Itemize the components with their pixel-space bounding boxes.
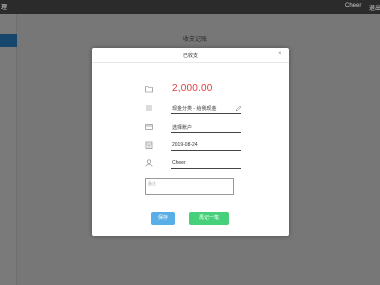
top-bar: 理 Cheer 退出 bbox=[0, 0, 380, 14]
record-modal: 已收支 × 2,000.00 现金分类 - 给我现金 选择账户 2019-08-… bbox=[92, 48, 289, 236]
user-value[interactable]: Cheer bbox=[172, 160, 186, 166]
amount-row[interactable]: 2,000.00 bbox=[145, 83, 233, 95]
user-row[interactable]: Cheer bbox=[145, 157, 241, 169]
user-icon bbox=[145, 159, 153, 167]
category-underline bbox=[171, 113, 241, 114]
close-icon[interactable]: × bbox=[278, 51, 282, 57]
card-icon bbox=[145, 123, 153, 131]
category-value[interactable]: 现金分类 - 给我现金 bbox=[172, 105, 216, 112]
date-underline bbox=[171, 150, 241, 151]
modal-header: 已收支 × bbox=[92, 48, 289, 63]
date-value[interactable]: 2019-08-24 bbox=[172, 142, 198, 148]
amount-value[interactable]: 2,000.00 bbox=[172, 83, 213, 94]
user-underline bbox=[171, 168, 241, 169]
account-value[interactable]: 选择账户 bbox=[172, 124, 192, 131]
date-row[interactable]: 2019-08-24 bbox=[145, 139, 241, 151]
modal-title: 已收支 bbox=[182, 53, 198, 59]
calendar-icon bbox=[145, 141, 153, 149]
record-again-button[interactable]: 再记一笔 bbox=[189, 212, 229, 225]
note-textarea[interactable]: 备注 bbox=[145, 178, 234, 195]
note-placeholder: 备注 bbox=[148, 181, 156, 186]
account-row[interactable]: 选择账户 bbox=[145, 121, 241, 133]
category-row[interactable]: 现金分类 - 给我现金 bbox=[145, 102, 242, 114]
top-menu-label[interactable]: 理 bbox=[1, 2, 7, 11]
top-user-name[interactable]: Cheer bbox=[345, 3, 361, 9]
account-underline bbox=[171, 132, 241, 133]
logout-link[interactable]: 退出 bbox=[369, 3, 380, 12]
save-button[interactable]: 保存 bbox=[151, 212, 175, 225]
folder-icon bbox=[145, 85, 153, 93]
list-icon bbox=[145, 104, 153, 112]
